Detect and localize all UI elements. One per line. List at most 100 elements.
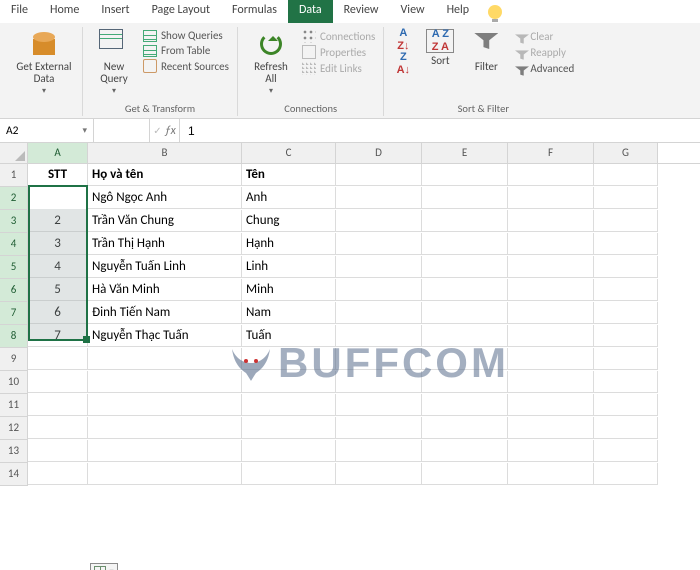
cell[interactable] <box>594 394 658 416</box>
advanced-button[interactable]: Advanced <box>512 61 574 75</box>
row-header[interactable]: 12 <box>0 417 28 440</box>
new-query-button[interactable]: New Query ▾ <box>91 29 137 97</box>
cell[interactable] <box>422 348 508 370</box>
cell[interactable] <box>594 440 658 462</box>
cell[interactable] <box>242 371 336 393</box>
tell-me[interactable] <box>480 0 514 23</box>
cell[interactable]: Nguyễn Thạc Tuấn <box>88 325 242 347</box>
cell[interactable] <box>508 394 594 416</box>
col-header-c[interactable]: C <box>242 143 336 163</box>
cell[interactable]: Ngô Ngọc Anh <box>88 187 242 209</box>
cell[interactable] <box>422 440 508 462</box>
fx-button[interactable]: ƒx <box>150 119 180 142</box>
cell[interactable]: 2 <box>28 210 88 232</box>
row-header[interactable]: 7 <box>0 302 28 325</box>
row-header[interactable]: 1 <box>0 164 28 187</box>
show-queries-button[interactable]: Show Queries <box>143 29 229 42</box>
cell[interactable] <box>508 302 594 324</box>
cell[interactable] <box>508 210 594 232</box>
tab-insert[interactable]: Insert <box>90 0 140 23</box>
cell[interactable]: 4 <box>28 256 88 278</box>
cell[interactable] <box>594 256 658 278</box>
cell[interactable] <box>508 233 594 255</box>
cell[interactable] <box>336 256 422 278</box>
cell[interactable] <box>594 348 658 370</box>
cell[interactable] <box>28 371 88 393</box>
col-header-a[interactable]: A <box>28 143 88 163</box>
cell[interactable] <box>336 187 422 209</box>
cell[interactable] <box>508 417 594 439</box>
cell[interactable] <box>336 417 422 439</box>
cell[interactable]: Tên <box>242 164 336 186</box>
row-header[interactable]: 8 <box>0 325 28 348</box>
cell[interactable]: 7 <box>28 325 88 347</box>
cell[interactable] <box>508 164 594 186</box>
row-header[interactable]: 6 <box>0 279 28 302</box>
cell[interactable] <box>422 371 508 393</box>
cell[interactable] <box>422 302 508 324</box>
cell[interactable] <box>422 256 508 278</box>
cell[interactable]: 5 <box>28 279 88 301</box>
cell[interactable]: Tuấn <box>242 325 336 347</box>
cell[interactable] <box>422 463 508 485</box>
cell[interactable]: Trần Văn Chung <box>88 210 242 232</box>
cell[interactable] <box>594 371 658 393</box>
col-header-d[interactable]: D <box>336 143 422 163</box>
col-header-g[interactable]: G <box>594 143 658 163</box>
cell[interactable] <box>336 348 422 370</box>
cell[interactable] <box>242 463 336 485</box>
cell[interactable]: Họ và tên <box>88 164 242 186</box>
cell[interactable] <box>88 417 242 439</box>
cell[interactable] <box>508 371 594 393</box>
tab-help[interactable]: Help <box>436 0 481 23</box>
cell[interactable] <box>336 325 422 347</box>
cell[interactable] <box>242 394 336 416</box>
cell[interactable] <box>422 187 508 209</box>
cell[interactable] <box>594 164 658 186</box>
cell[interactable] <box>508 279 594 301</box>
cell[interactable] <box>336 164 422 186</box>
cell[interactable]: STT <box>28 164 88 186</box>
row-header[interactable]: 13 <box>0 440 28 463</box>
worksheet[interactable]: A B C D E F G 1STTHọ và tênTên21Ngô Ngọc… <box>0 143 700 486</box>
cell[interactable] <box>508 463 594 485</box>
cell[interactable] <box>242 348 336 370</box>
cell[interactable] <box>88 394 242 416</box>
cell[interactable]: Đinh Tiến Nam <box>88 302 242 324</box>
cell[interactable]: Nam <box>242 302 336 324</box>
cell[interactable] <box>28 394 88 416</box>
cell[interactable] <box>594 302 658 324</box>
cell[interactable] <box>422 279 508 301</box>
cell[interactable]: Anh <box>242 187 336 209</box>
properties-button[interactable]: Properties <box>302 45 375 59</box>
cell[interactable] <box>508 256 594 278</box>
cell[interactable] <box>422 210 508 232</box>
filter-button[interactable]: Filter <box>466 29 506 73</box>
cell[interactable] <box>422 325 508 347</box>
cell[interactable] <box>336 463 422 485</box>
select-all-corner[interactable] <box>0 143 28 163</box>
edit-links-button[interactable]: Edit Links <box>302 61 375 75</box>
row-header[interactable]: 5 <box>0 256 28 279</box>
cell[interactable] <box>508 440 594 462</box>
sort-asc-button[interactable]: AZ↓ <box>392 29 414 51</box>
cell[interactable] <box>422 164 508 186</box>
cell[interactable] <box>594 187 658 209</box>
cell[interactable] <box>28 348 88 370</box>
tab-formulas[interactable]: Formulas <box>221 0 288 23</box>
cell[interactable] <box>336 371 422 393</box>
row-header[interactable]: 11 <box>0 394 28 417</box>
cell[interactable] <box>28 463 88 485</box>
cell[interactable]: 1 <box>28 187 88 209</box>
recent-sources-button[interactable]: Recent Sources <box>143 59 229 73</box>
cell[interactable]: Hạnh <box>242 233 336 255</box>
cell[interactable] <box>88 463 242 485</box>
connections-button[interactable]: Connections <box>302 29 375 43</box>
cell[interactable] <box>242 440 336 462</box>
sort-desc-button[interactable]: ZA↓ <box>392 53 414 75</box>
autofill-options-button[interactable]: ▾ <box>90 563 118 570</box>
name-box[interactable]: A2 ▾ <box>0 119 94 142</box>
cell[interactable] <box>336 440 422 462</box>
cell[interactable] <box>508 187 594 209</box>
tab-review[interactable]: Review <box>333 0 390 23</box>
